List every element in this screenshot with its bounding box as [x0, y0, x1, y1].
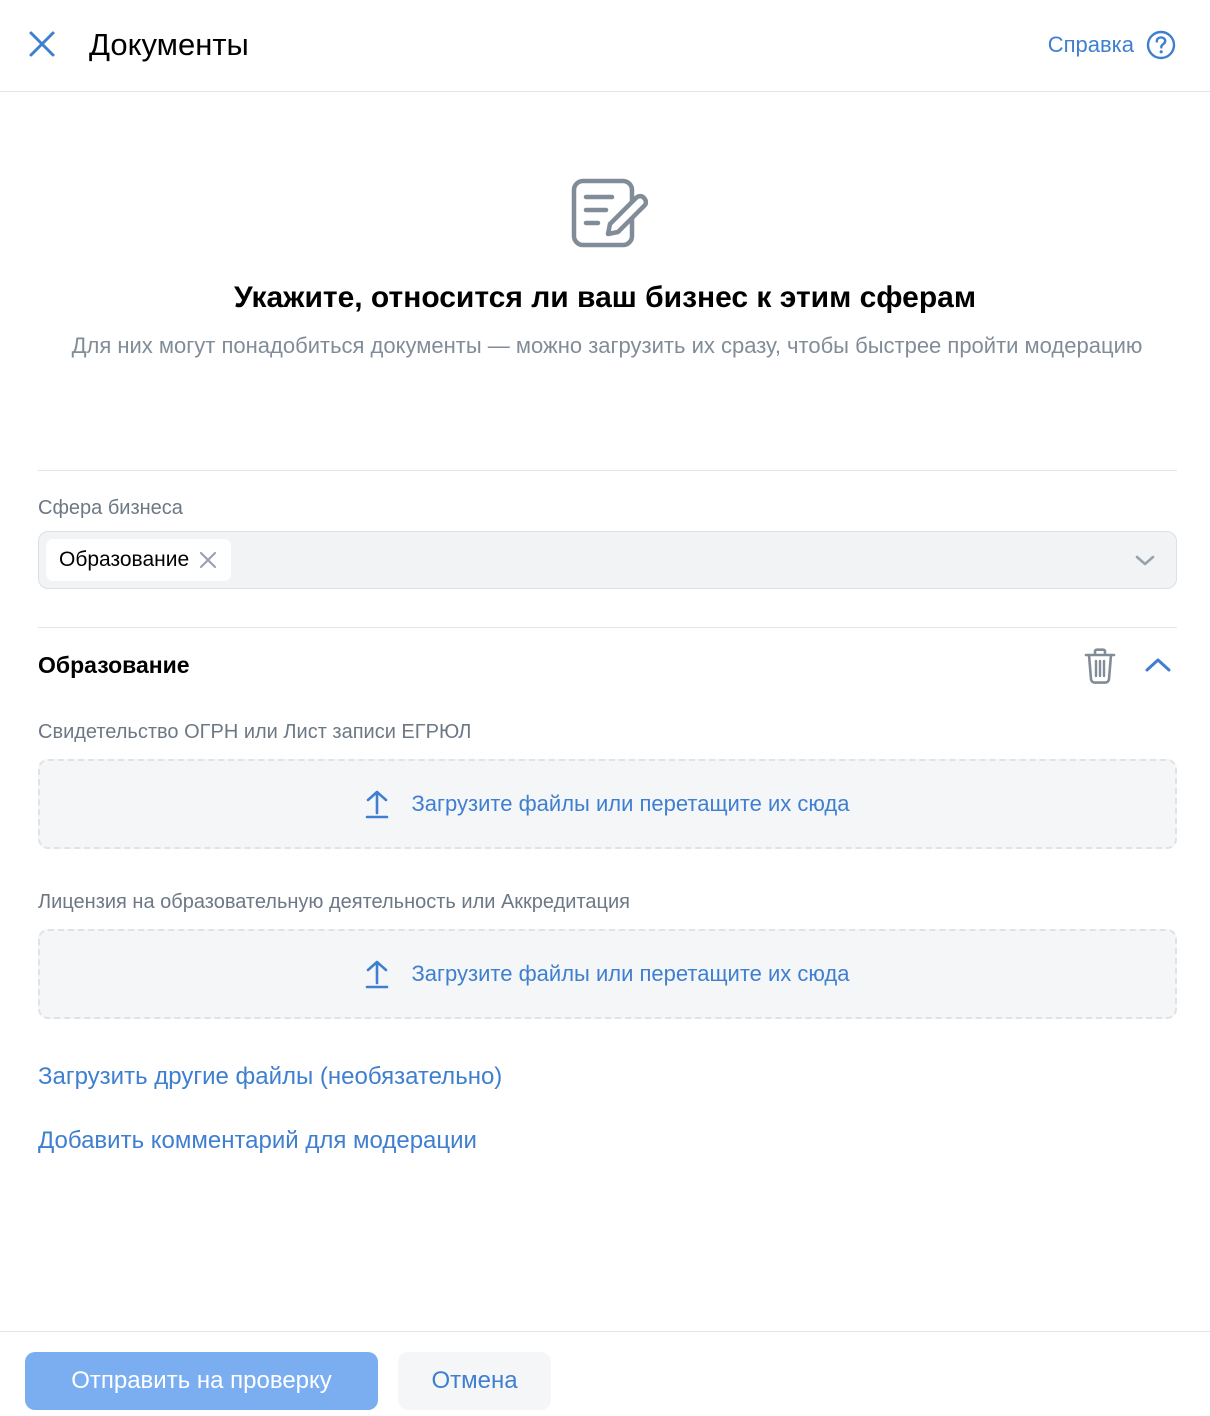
close-icon	[29, 31, 55, 57]
chip-label: Образование	[59, 548, 190, 571]
footer: Отправить на проверку Отмена	[0, 1331, 1210, 1416]
business-field-select[interactable]: Образование	[38, 531, 1177, 589]
upload-icon	[366, 960, 389, 989]
documents-page: Документы Справка Укажите, относится ли …	[0, 0, 1210, 1416]
intro-title: Укажите, относится ли ваш бизнес к этим …	[233, 281, 977, 314]
chevron-up-icon	[1145, 658, 1171, 672]
close-button[interactable]	[22, 24, 62, 64]
collapse-section-button[interactable]	[1140, 648, 1176, 684]
help-label: Справка	[1047, 32, 1134, 57]
submit-button[interactable]: Отправить на проверку	[25, 1352, 378, 1410]
section-title: Образование	[38, 652, 190, 678]
chip-remove-button[interactable]	[199, 551, 217, 569]
upload-dropzone[interactable]: Загрузите файлы или перетащите их сюда	[38, 929, 1177, 1019]
cancel-button[interactable]: Отмена	[398, 1352, 551, 1410]
upload-text: Загрузите файлы или перетащите их сюда	[411, 961, 850, 986]
selected-chip: Образование	[46, 539, 232, 581]
document-label: Лицензия на образовательную деятельность…	[38, 891, 630, 913]
trash-icon	[1084, 648, 1116, 684]
question-circle-icon	[1146, 30, 1176, 60]
intro-subtitle: Для них могут понадобиться документы — м…	[71, 333, 1143, 358]
chevron-down-icon[interactable]	[1134, 550, 1156, 570]
add-comment-link[interactable]: Добавить комментарий для модерации	[38, 1125, 477, 1157]
delete-section-button[interactable]	[1082, 646, 1118, 686]
document-label: Свидетельство ОГРН или Лист записи ЕГРЮЛ	[38, 721, 472, 743]
business-field-label: Сфера бизнеса	[38, 497, 183, 519]
divider	[38, 627, 1177, 628]
document-edit-icon	[571, 178, 649, 248]
close-icon	[200, 551, 217, 569]
page-title: Документы	[89, 27, 249, 62]
upload-dropzone[interactable]: Загрузите файлы или перетащите их сюда	[38, 759, 1177, 849]
help-link[interactable]: Справка	[1048, 28, 1176, 62]
upload-icon	[366, 790, 389, 819]
header: Документы Справка	[0, 0, 1210, 92]
upload-text: Загрузите файлы или перетащите их сюда	[411, 791, 850, 816]
upload-other-files-link[interactable]: Загрузить другие файлы (необязательно)	[38, 1061, 502, 1093]
divider	[38, 470, 1177, 471]
